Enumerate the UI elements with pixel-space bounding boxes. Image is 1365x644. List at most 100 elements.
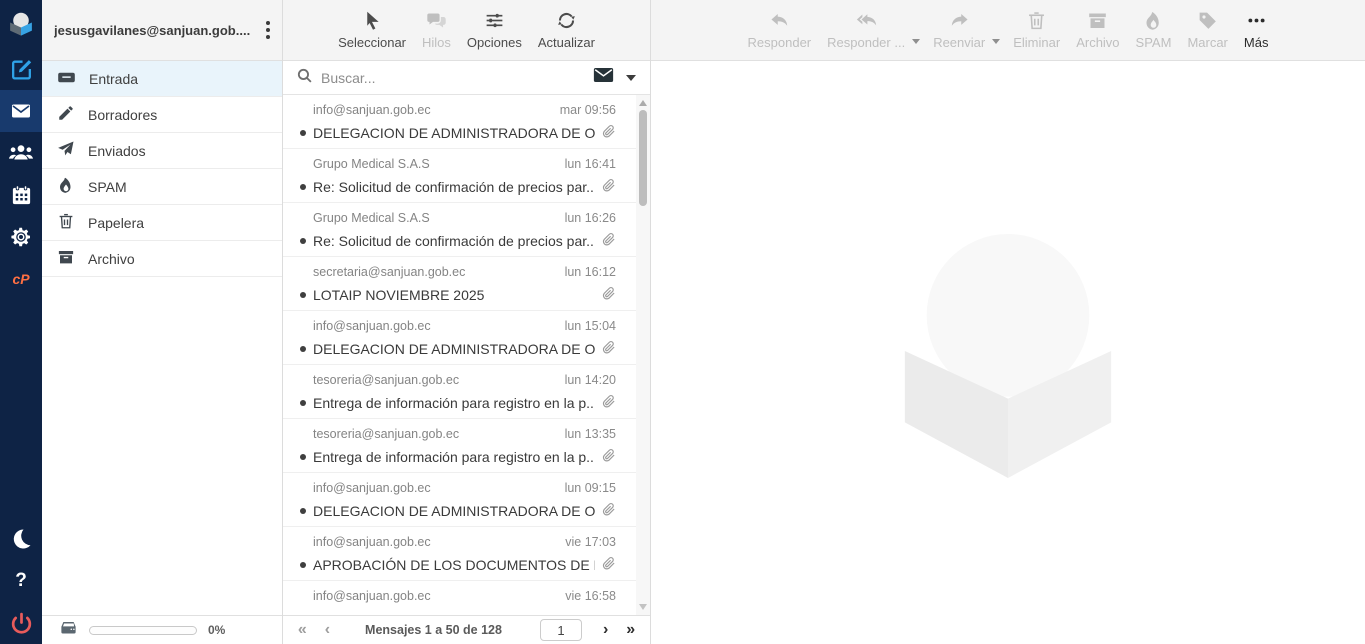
sidebar-item-mail[interactable] (0, 90, 42, 132)
spam-label: SPAM (1136, 35, 1172, 50)
message-row[interactable]: info@sanjuan.gob.eclun 09:15 DELEGACION … (283, 473, 650, 527)
webmail-app: cP ? jesusgavilanes@sanjuan.gob.... (0, 0, 1365, 644)
message-row[interactable]: Grupo Medical S.A.Slun 16:41 Re: Solicit… (283, 149, 650, 203)
select-button[interactable]: Seleccionar (330, 10, 414, 50)
attachment-icon (601, 232, 616, 250)
paper-plane-icon (57, 140, 75, 161)
threads-button[interactable]: Hilos (414, 10, 459, 50)
next-page-button[interactable]: › (594, 622, 617, 638)
archive-label: Archivo (1076, 35, 1119, 50)
forward-button[interactable]: Reenviar (925, 10, 993, 50)
reply-all-dropdown-icon[interactable] (912, 39, 920, 44)
folder-item-trash[interactable]: Papelera (42, 205, 282, 241)
message-sender: info@sanjuan.gob.ec (313, 535, 431, 549)
scroll-up-icon[interactable] (639, 100, 647, 106)
folder-item-archive[interactable]: Archivo (42, 241, 282, 277)
forward-dropdown-icon[interactable] (992, 39, 1000, 44)
message-row[interactable]: tesoreria@sanjuan.gob.eclun 13:35 Entreg… (283, 419, 650, 473)
options-button[interactable]: Opciones (459, 10, 530, 50)
attachment-icon (601, 394, 616, 412)
forward-label: Reenviar (933, 35, 985, 50)
account-menu-button[interactable] (260, 17, 276, 43)
message-row[interactable]: secretaria@sanjuan.gob.eclun 16:12 LOTAI… (283, 257, 650, 311)
message-subject: Re: Solicitud de confirmación de precios… (313, 233, 595, 249)
message-row[interactable]: info@sanjuan.gob.ecvie 17:03 APROBACIÓN … (283, 527, 650, 581)
message-row[interactable]: tesoreria@sanjuan.gob.eclun 14:20 Entreg… (283, 365, 650, 419)
delete-button[interactable]: Eliminar (1005, 10, 1068, 50)
more-icon (1246, 10, 1267, 31)
archive-button[interactable]: Archivo (1068, 10, 1127, 50)
sidebar-item-calendar[interactable] (0, 174, 42, 216)
unread-indicator (300, 238, 306, 244)
message-list-pane: Seleccionar Hilos (283, 0, 651, 644)
archive-icon (57, 248, 75, 269)
message-date: vie 16:58 (565, 589, 616, 603)
select-label: Seleccionar (338, 35, 406, 50)
folder-item-inbox[interactable]: Entrada (42, 61, 282, 97)
mark-button[interactable]: Marcar (1179, 10, 1235, 50)
sidebar-item-settings[interactable] (0, 216, 42, 258)
message-date: lun 16:41 (565, 157, 616, 171)
compose-icon (9, 57, 34, 82)
reply-button[interactable]: Responder (740, 10, 820, 50)
search-scope-mail-icon[interactable] (593, 67, 614, 88)
message-row[interactable]: info@sanjuan.gob.eclun 15:04 DELEGACION … (283, 311, 650, 365)
folder-item-drafts[interactable]: Borradores (42, 97, 282, 133)
folder-item-sent[interactable]: Enviados (42, 133, 282, 169)
page-number-input[interactable] (540, 619, 582, 641)
unread-indicator (300, 130, 306, 136)
attachment-icon (601, 340, 616, 358)
message-subject: DELEGACION DE ADMINISTRADORA DE OR... (313, 503, 595, 519)
pagination-label: Mensajes 1 a 50 de 128 (365, 623, 502, 637)
help-button[interactable]: ? (0, 560, 42, 602)
last-page-button[interactable]: » (617, 622, 644, 638)
account-email: jesusgavilanes@sanjuan.gob.... (54, 23, 260, 38)
message-row[interactable]: info@sanjuan.gob.ecmar 09:56 DELEGACION … (283, 95, 650, 149)
account-bar: jesusgavilanes@sanjuan.gob.... (42, 0, 282, 61)
sidebar-item-contacts[interactable] (0, 132, 42, 174)
logout-button[interactable] (0, 602, 42, 644)
trash-icon (57, 212, 75, 233)
chat-bubbles-icon (426, 10, 447, 31)
list-scrollbar[interactable] (636, 95, 650, 615)
scroll-down-icon[interactable] (639, 604, 647, 610)
message-subject: LOTAIP NOVIEMBRE 2025 (313, 287, 595, 303)
message-subject: Entrega de información para registro en … (313, 395, 595, 411)
content-pane: Responder Responder ... Reenviar (651, 0, 1365, 644)
message-subject: DELEGACION DE ADMINISTRADORA DE OR... (313, 125, 595, 141)
message-row[interactable]: Grupo Medical S.A.Slun 16:26 Re: Solicit… (283, 203, 650, 257)
compose-button[interactable] (0, 48, 42, 90)
unread-indicator (300, 508, 306, 514)
help-icon: ? (15, 570, 27, 592)
roundcube-watermark (889, 228, 1127, 478)
message-row[interactable]: info@sanjuan.gob.ecvie 16:58 (283, 581, 650, 615)
more-button[interactable]: Más (1236, 10, 1277, 50)
prev-page-button[interactable]: ‹ (316, 622, 339, 638)
spam-button[interactable]: SPAM (1128, 10, 1180, 50)
unread-indicator (300, 184, 306, 190)
forward-icon (949, 10, 970, 31)
folder-label: SPAM (88, 179, 127, 195)
scrollbar-thumb[interactable] (639, 110, 647, 206)
first-page-button[interactable]: « (289, 622, 316, 638)
dark-mode-toggle[interactable] (0, 518, 42, 560)
attachment-icon (601, 502, 616, 520)
refresh-button[interactable]: Actualizar (530, 10, 603, 50)
sidebar-item-cpanel[interactable]: cP (0, 258, 42, 300)
contacts-icon (8, 140, 34, 166)
calendar-icon (10, 184, 33, 207)
flame-icon (57, 176, 75, 197)
pagination-bar: « ‹ Mensajes 1 a 50 de 128 › » (283, 615, 650, 644)
unread-indicator (300, 562, 306, 568)
quota-percent: 0% (208, 623, 225, 637)
unread-indicator (300, 400, 306, 406)
message-sender: info@sanjuan.gob.ec (313, 103, 431, 117)
unread-indicator (300, 346, 306, 352)
reply-icon (769, 10, 790, 31)
message-subject: Entrega de información para registro en … (313, 449, 595, 465)
cpanel-icon: cP (12, 271, 29, 287)
folder-item-spam[interactable]: SPAM (42, 169, 282, 205)
search-input[interactable] (321, 70, 585, 86)
search-options-chevron-icon[interactable] (626, 75, 636, 81)
reply-all-button[interactable]: Responder ... (819, 10, 913, 50)
